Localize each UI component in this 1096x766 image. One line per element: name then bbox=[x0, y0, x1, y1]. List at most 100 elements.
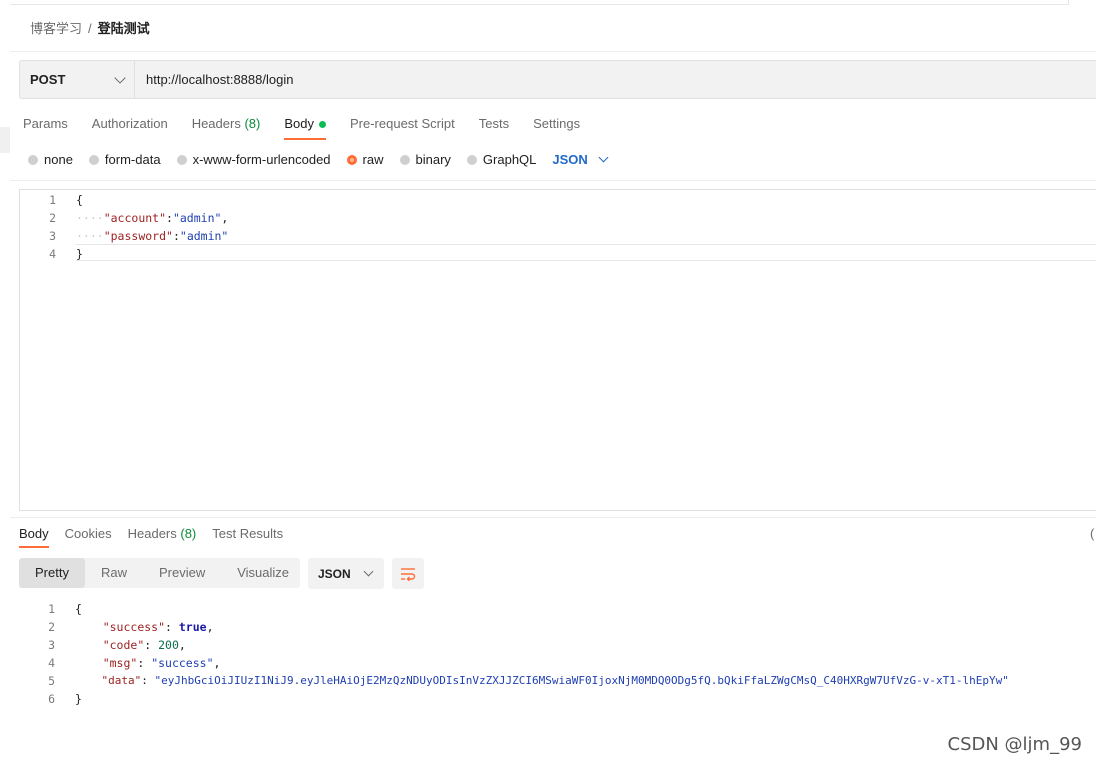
radio-label: raw bbox=[362, 152, 384, 167]
tab-label: Body bbox=[19, 526, 49, 541]
view-preview-button[interactable]: Preview bbox=[143, 558, 221, 588]
response-format-label: JSON bbox=[318, 566, 351, 581]
code-line: ····"password":"admin" bbox=[76, 229, 229, 243]
code-line: "msg": "success", bbox=[102, 656, 221, 670]
method-select[interactable]: POST bbox=[20, 61, 135, 98]
line-number: 1 bbox=[49, 193, 56, 207]
tab-params[interactable]: Params bbox=[23, 116, 68, 139]
headers-count: (8) bbox=[244, 116, 261, 131]
indent-guide: ···· bbox=[76, 211, 104, 225]
chevron-down-icon bbox=[363, 566, 374, 577]
response-body-viewer[interactable]: 1 { 2 "success": true, 3 "code": 200, 4 … bbox=[19, 600, 1096, 710]
chevron-down-icon bbox=[114, 72, 126, 84]
tab-headers[interactable]: Headers (8) bbox=[192, 116, 261, 139]
tab-authorization[interactable]: Authorization bbox=[92, 116, 168, 139]
url-bar: POST http://localhost:8888/login bbox=[19, 60, 1096, 99]
body-mode-options: none form-data x-www-form-urlencoded raw… bbox=[28, 152, 609, 167]
radio-x-www-form-urlencoded[interactable]: x-www-form-urlencoded bbox=[176, 152, 331, 167]
radio-binary[interactable]: binary bbox=[399, 152, 451, 167]
tab-label: Settings bbox=[533, 116, 581, 131]
json-trail: , bbox=[178, 638, 186, 652]
top-border bbox=[10, 0, 1069, 5]
breadcrumb-collection[interactable]: 博客学习 bbox=[30, 21, 82, 36]
tab-settings[interactable]: Settings bbox=[533, 116, 580, 139]
code-line: "success": true, bbox=[102, 620, 214, 634]
response-tabs: Body Cookies Headers (8) Test Results bbox=[19, 526, 299, 548]
json-key: "data" bbox=[101, 674, 142, 687]
line-number: 1 bbox=[48, 602, 55, 616]
code-line: { bbox=[76, 193, 83, 207]
code-line: { bbox=[75, 602, 82, 616]
breadcrumb: 博客学习 / 登陆测试 bbox=[30, 18, 150, 37]
left-gutter-marker bbox=[0, 127, 10, 153]
tab-label: Params bbox=[23, 116, 68, 131]
response-status-fragment: ( bbox=[1090, 526, 1095, 541]
chevron-down-icon bbox=[598, 152, 609, 163]
code-line: "data": "eyJhbGciOiJIUzI1NiJ9.eyJleHAiOj… bbox=[101, 674, 1009, 687]
line-number: 2 bbox=[48, 620, 55, 634]
breadcrumb-request-name[interactable]: 登陆测试 bbox=[98, 21, 150, 36]
json-trail: , bbox=[206, 620, 214, 634]
line-number: 4 bbox=[48, 656, 55, 670]
json-key: "msg" bbox=[102, 656, 138, 670]
tab-pre-request-script[interactable]: Pre-request Script bbox=[350, 116, 455, 139]
tab-body[interactable]: Body bbox=[284, 116, 326, 140]
json-value: 200 bbox=[158, 638, 179, 652]
tab-label: Cookies bbox=[64, 526, 112, 541]
radio-graphql[interactable]: GraphQL bbox=[466, 152, 536, 167]
radio-form-data[interactable]: form-data bbox=[88, 152, 161, 167]
body-format-label: JSON bbox=[552, 152, 588, 167]
tab-label: Tests bbox=[478, 116, 510, 131]
tab-label: Authorization bbox=[91, 116, 168, 131]
json-trail: , bbox=[213, 656, 221, 670]
radio-circle-icon bbox=[399, 154, 410, 165]
response-tab-cookies[interactable]: Cookies bbox=[65, 526, 112, 547]
body-indicator-dot-icon bbox=[318, 121, 326, 129]
code-line: } bbox=[75, 692, 82, 706]
code-line: ····"account":"admin", bbox=[76, 211, 229, 225]
tab-label: Headers bbox=[127, 526, 177, 541]
tab-tests[interactable]: Tests bbox=[479, 116, 509, 139]
view-mode-toggle: Pretty Raw Preview Visualize bbox=[19, 558, 300, 588]
response-tab-test-results[interactable]: Test Results bbox=[212, 526, 283, 547]
radio-raw[interactable]: raw bbox=[346, 152, 384, 167]
body-format-select[interactable]: JSON bbox=[552, 152, 609, 167]
tab-label: Headers bbox=[191, 116, 241, 131]
header-divider bbox=[10, 51, 1096, 52]
wrap-lines-button[interactable] bbox=[392, 558, 424, 589]
json-value: "admin" bbox=[179, 229, 229, 243]
headers-count: (8) bbox=[180, 526, 197, 541]
view-raw-button[interactable]: Raw bbox=[85, 558, 143, 588]
breadcrumb-separator: / bbox=[88, 21, 92, 36]
view-pretty-button[interactable]: Pretty bbox=[19, 558, 85, 588]
json-value: true bbox=[178, 620, 207, 634]
radio-circle-icon bbox=[176, 154, 187, 165]
radio-label: x-www-form-urlencoded bbox=[192, 152, 331, 167]
response-divider bbox=[10, 517, 1096, 518]
request-tabs: Params Authorization Headers (8) Body Pr… bbox=[23, 116, 604, 140]
radio-circle-icon bbox=[28, 154, 38, 165]
watermark: CSDN @ljm_99 bbox=[947, 734, 1082, 755]
json-key: "success" bbox=[102, 620, 166, 634]
response-tab-body[interactable]: Body bbox=[19, 526, 49, 548]
code-line: } bbox=[76, 247, 83, 261]
view-visualize-button[interactable]: Visualize bbox=[221, 558, 305, 588]
tab-label: Test Results bbox=[212, 526, 284, 541]
response-tab-headers[interactable]: Headers (8) bbox=[128, 526, 197, 547]
json-key: "account" bbox=[103, 211, 167, 225]
active-line-highlight bbox=[76, 244, 1096, 261]
line-number: 3 bbox=[49, 229, 56, 243]
json-key: "code" bbox=[102, 638, 145, 652]
response-format-select[interactable]: JSON bbox=[308, 558, 384, 589]
request-body-editor[interactable]: 1 { 2 ····"account":"admin", 3 ····"pass… bbox=[19, 189, 1096, 511]
radio-selected-icon bbox=[346, 154, 357, 165]
radio-label: form-data bbox=[104, 152, 161, 167]
json-value: "eyJhbGciOiJIUzI1NiJ9.eyJleHAiOjE2MzQzND… bbox=[154, 674, 1009, 687]
radio-none[interactable]: none bbox=[28, 152, 73, 167]
json-value: "admin" bbox=[172, 211, 222, 225]
url-input[interactable]: http://localhost:8888/login bbox=[146, 72, 293, 87]
line-number: 4 bbox=[49, 247, 56, 261]
radio-circle-icon bbox=[466, 154, 477, 165]
radio-label: none bbox=[44, 152, 73, 167]
body-divider bbox=[10, 180, 1096, 181]
